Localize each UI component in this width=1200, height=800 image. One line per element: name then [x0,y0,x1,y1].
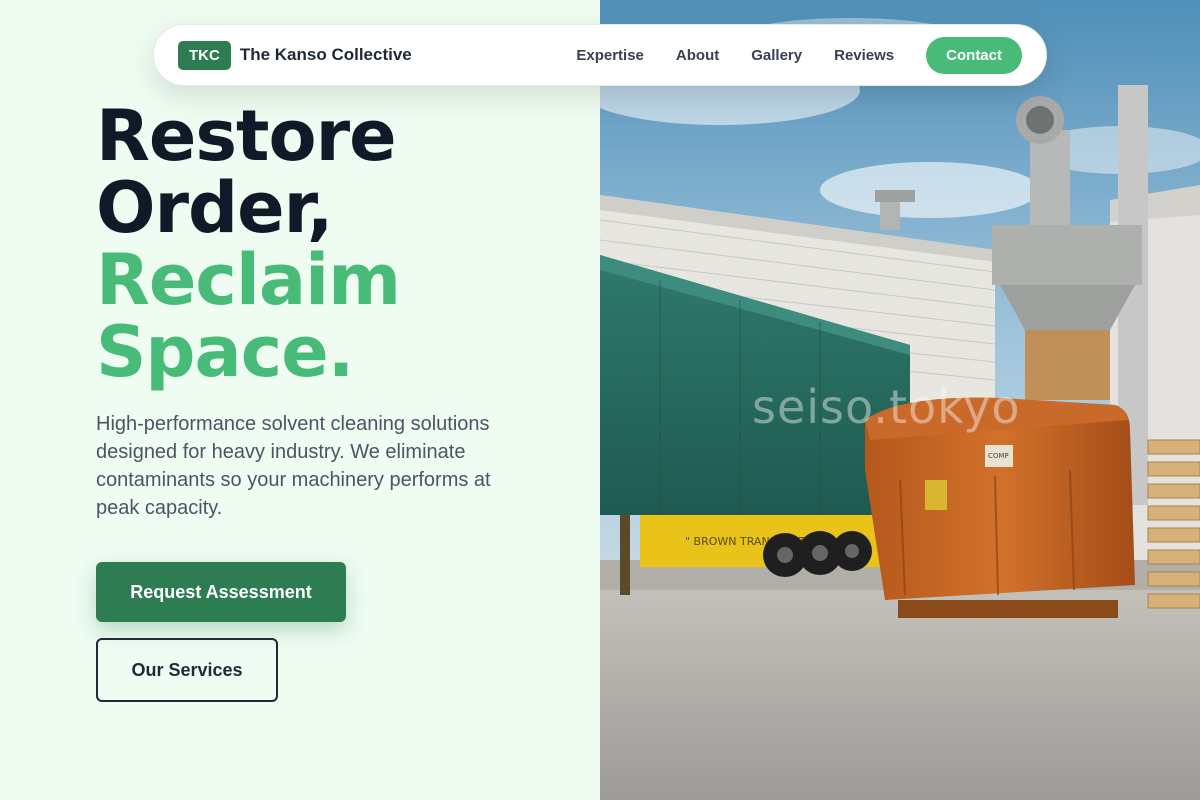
headline-line-1: Restore [96,95,397,177]
headline-line-2: Order, [96,167,333,249]
hero-subtitle: High-performance solvent cleaning soluti… [96,413,491,519]
request-assessment-button[interactable]: Request Assessment [96,562,346,622]
container-label: COMP [988,452,1009,460]
watermark-text: seiso.tokyo [752,380,1021,434]
our-services-button[interactable]: Our Services [96,638,278,702]
nav-link-gallery[interactable]: Gallery [751,47,802,64]
headline-line-4: Space. [96,311,354,393]
logo-badge[interactable]: TKC [178,40,231,70]
headline-line-3: Reclaim [96,239,401,321]
brand-name[interactable]: The Kanso Collective [240,45,412,65]
hero-headline: Restore Order, Reclaim Space. [96,95,401,393]
nav-link-reviews[interactable]: Reviews [834,47,894,64]
contact-button[interactable]: Contact [926,36,1022,74]
nav-link-about[interactable]: About [676,47,719,64]
top-navigation: TKC The Kanso Collective Expertise About… [153,24,1047,86]
nav-links: Expertise About Gallery Reviews [576,47,894,64]
nav-link-expertise[interactable]: Expertise [576,47,644,64]
